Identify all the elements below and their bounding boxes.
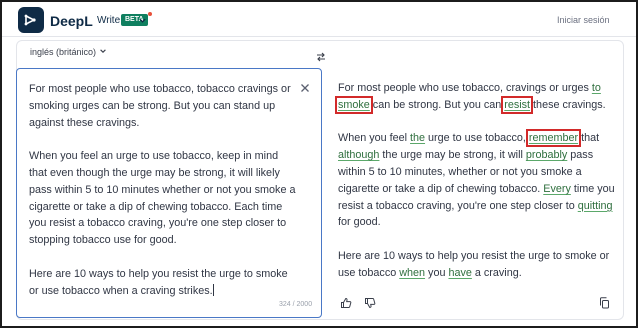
output-panel: For most people who use tobacco, craving… <box>322 68 624 318</box>
clear-text-button[interactable] <box>300 81 310 96</box>
changed-word[interactable]: when <box>399 267 425 279</box>
changed-word[interactable]: the <box>410 132 425 144</box>
chevron-down-icon[interactable] <box>138 12 147 30</box>
output-paragraph: When you feel the urge to use tobacco, r… <box>338 129 615 229</box>
changed-word[interactable]: although <box>338 149 379 161</box>
brand-name: DeepL <box>50 13 93 29</box>
input-textarea[interactable]: For most people who use tobacco, tobacco… <box>29 81 299 299</box>
output-text[interactable]: For most people who use tobacco, craving… <box>335 80 618 282</box>
deepl-logo-icon[interactable] <box>18 7 44 33</box>
thumbs-down-icon[interactable] <box>364 296 376 314</box>
input-paragraph: For most people who use tobacco, tobacco… <box>29 83 291 129</box>
notification-dot-icon <box>148 12 152 16</box>
brand-product: Write <box>97 15 121 26</box>
changed-word[interactable]: Every <box>543 183 571 195</box>
signin-link[interactable]: Iniciar sesión <box>557 15 610 25</box>
input-paragraph: Here are 10 ways to help you resist the … <box>29 267 288 297</box>
changed-word-highlighted[interactable]: remember <box>525 129 582 148</box>
language-selector[interactable]: inglés (británico) <box>30 47 107 57</box>
changed-word[interactable]: have <box>448 267 471 279</box>
changed-word[interactable]: probably <box>526 149 567 161</box>
text-caret <box>212 283 214 296</box>
thumbs-up-icon[interactable] <box>340 296 352 314</box>
changed-word[interactable]: to <box>592 82 601 94</box>
swap-icon[interactable] <box>316 49 326 67</box>
header: DeepL Write BETA Iniciar sesión <box>2 2 636 36</box>
output-paragraph: For most people who use tobacco, craving… <box>335 82 606 114</box>
changed-word-highlighted[interactable]: smoke <box>335 95 373 114</box>
copy-icon[interactable] <box>599 296 610 314</box>
chevron-down-icon <box>99 47 107 57</box>
language-label: inglés (británico) <box>30 47 97 57</box>
header-divider <box>2 36 636 37</box>
output-paragraph: Here are 10 ways to help you resist the … <box>338 249 610 279</box>
input-paragraph: When you feel an urge to use tobacco, ke… <box>29 150 296 247</box>
character-counter: 324 / 2000 <box>279 301 313 308</box>
input-panel[interactable]: For most people who use tobacco, tobacco… <box>16 68 322 318</box>
changed-word[interactable]: quitting <box>578 200 613 212</box>
changed-word-highlighted[interactable]: resist <box>501 95 534 114</box>
close-icon <box>301 84 309 92</box>
